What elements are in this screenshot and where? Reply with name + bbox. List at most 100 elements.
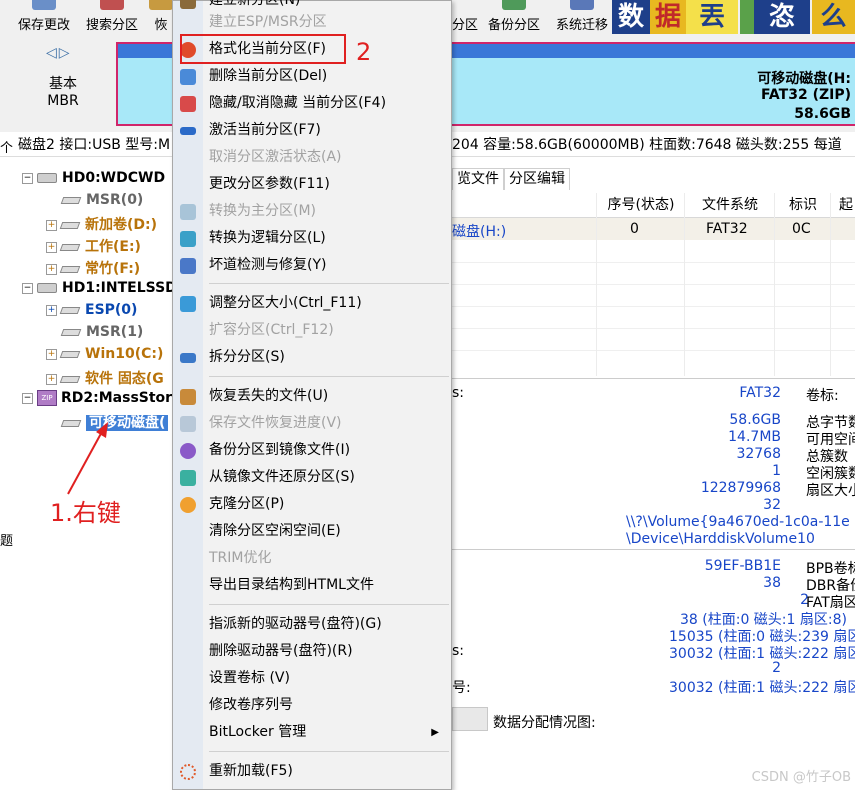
menu-item-hide[interactable]: 隐藏/取消隐藏 当前分区(F4) (173, 90, 451, 117)
backup-icon (502, 0, 526, 10)
menu-separator (209, 604, 449, 605)
grid-line (452, 306, 855, 307)
menu-item-label: 指派新的驱动器号(盘符)(G) (209, 616, 382, 632)
divider (452, 549, 855, 550)
menu-item-assign-letter[interactable]: 指派新的驱动器号(盘符)(G) (173, 611, 451, 638)
menu-item-remove-letter[interactable]: 删除驱动器号(盘符)(R) (173, 638, 451, 665)
toolbar-label: 分区 (452, 18, 479, 33)
menu-item-reload[interactable]: 重新加载(F5) (173, 758, 451, 785)
partition-icon (59, 375, 81, 383)
tree-partition[interactable]: + 工作(E:) (46, 236, 141, 256)
grid-line (452, 284, 855, 285)
menu-item-label: 克隆分区(P) (209, 496, 285, 512)
menu-item-wipe-free[interactable]: 清除分区空闲空间(E) (173, 518, 451, 545)
menu-item-volume-serial[interactable]: 修改卷序列号 (173, 692, 451, 719)
tree-partition[interactable]: MSR(1) (60, 324, 143, 340)
table-row[interactable]: 磁盘(H:) 0 FAT32 0C (452, 218, 855, 240)
menu-item-label: 拆分分区(S) (209, 349, 285, 365)
disk-style-label: 基本 (49, 76, 77, 92)
zip-disk-icon: ZIP (37, 390, 57, 406)
resize-icon (180, 296, 196, 312)
menu-item-bad-sector[interactable]: 坏道检测与修复(Y) (173, 252, 451, 279)
detail-label: 扇区大小 (806, 483, 855, 499)
search-partition-button[interactable]: 搜索分区 (84, 0, 140, 36)
menu-item-restore-files[interactable]: 恢复丢失的文件(U) (173, 383, 451, 410)
convert-logical-icon (180, 231, 196, 247)
toolbar-label: 保存更改 (17, 18, 70, 33)
partition-filesystem: FAT32 (ZIP) (760, 87, 851, 103)
menu-item-trim[interactable]: TRIM优化 (173, 545, 451, 572)
delete-icon (180, 69, 196, 85)
menu-item-deactivate[interactable]: 取消分区激活状态(A) (173, 144, 451, 171)
detail-value: 122879968 (700, 480, 781, 496)
tree-disk-hd0[interactable]: − HD0:WDCWD (22, 170, 165, 186)
split-icon (180, 353, 196, 363)
tree-partition[interactable]: + 新加卷(D:) (46, 214, 157, 234)
tree-partition[interactable]: + 软件 固态(G (46, 368, 164, 388)
tree-label: RD2:MassStor (61, 390, 173, 406)
menu-item-label: 保存文件恢复进度(V) (209, 415, 342, 431)
backup-partition-button[interactable]: 备份分区 (486, 0, 542, 36)
detail-label: s: (452, 385, 465, 401)
menu-item-backup-image[interactable]: 备份分区到镜像文件(I) (173, 437, 451, 464)
tree-partition[interactable]: + 常竹(F:) (46, 258, 140, 278)
menu-item-create-esp[interactable]: 建立ESP/MSR分区 (173, 9, 451, 36)
menu-item-delete[interactable]: 删除当前分区(Del) (173, 63, 451, 90)
tab-browse-files[interactable]: 览文件 (452, 168, 504, 190)
menu-item-restore-image[interactable]: 从镜像文件还原分区(S) (173, 464, 451, 491)
column-header[interactable]: 文件系统 (684, 193, 775, 217)
tree-partition[interactable]: + Win10(C:) (46, 346, 163, 362)
cluster-field[interactable] (452, 707, 488, 731)
annotation-highlight-box (180, 34, 346, 64)
grid-line (452, 350, 855, 351)
tree-label: MSR(0) (86, 192, 144, 208)
recover-button[interactable]: 恢 (149, 0, 173, 36)
tree-disk-hd1[interactable]: − HD1:INTELSSD (22, 280, 177, 296)
menu-item-split[interactable]: 拆分分区(S) (173, 344, 451, 371)
menu-item-label: 隐藏/取消隐藏 当前分区(F4) (209, 95, 387, 111)
menu-item-expand[interactable]: 扩容分区(Ctrl_F12) (173, 317, 451, 344)
system-migrate-button[interactable]: 系统迁移 (554, 0, 610, 36)
column-header[interactable]: 起 (830, 193, 855, 217)
disk-info-left: 磁盘2 接口:USB 型号:M (18, 137, 171, 153)
disk-partition-style: MBR (47, 93, 79, 109)
toolbar-label: 恢 (154, 18, 168, 33)
column-header[interactable]: 标识 (774, 193, 831, 217)
tree-partition[interactable]: MSR(0) (60, 192, 144, 208)
menu-item-export-html[interactable]: 导出目录结构到HTML文件 (173, 572, 451, 599)
grid-line (452, 328, 855, 329)
save-changes-button[interactable]: 保存更改 (14, 0, 74, 36)
tree-label: 工作(E:) (85, 239, 141, 255)
menu-item-label: 更改分区参数(F11) (209, 176, 330, 192)
toolbar-label: 系统迁移 (555, 18, 608, 33)
restore-files-icon (180, 389, 196, 405)
tab-partition-edit[interactable]: 分区编辑 (504, 168, 570, 190)
menu-item-bitlocker[interactable]: BitLocker 管理 ▶ (173, 719, 451, 746)
tree-disk-rd2[interactable]: − ZIP RD2:MassStor (22, 390, 172, 406)
menu-item-set-label[interactable]: 设置卷标 (V) (173, 665, 451, 692)
menu-item-label: 备份分区到镜像文件(I) (209, 442, 351, 458)
menu-item-to-logical[interactable]: 转换为逻辑分区(L) (173, 225, 451, 252)
menu-item-to-primary[interactable]: 转换为主分区(M) (173, 198, 451, 225)
menu-item-activate[interactable]: 激活当前分区(F7) (173, 117, 451, 144)
annotation-step1: 1.右键 (50, 499, 121, 527)
disk-nav-arrows-icon[interactable]: ◁▷ (46, 45, 72, 61)
partition-icon (59, 243, 81, 251)
menu-item-resize[interactable]: 调整分区大小(Ctrl_F11) (173, 290, 451, 317)
detail-value: 58.6GB (729, 412, 781, 428)
menu-item-label: 从镜像文件还原分区(S) (209, 469, 355, 485)
partition-icon (59, 306, 81, 314)
submenu-arrow-icon: ▶ (431, 727, 439, 738)
disk-info-right: 204 容量:58.6GB(60000MB) 柱面数:7648 磁头数:255 … (452, 137, 842, 153)
menu-item-save-progress[interactable]: 保存文件恢复进度(V) (173, 410, 451, 437)
tree-label: 新加卷(D:) (85, 217, 158, 233)
partition-button[interactable]: 分区 (452, 0, 479, 36)
tree-partition[interactable]: + ESP(0) (46, 302, 137, 318)
detail-value: FAT32 (739, 385, 781, 401)
column-header[interactable]: 序号(状态) (596, 193, 685, 217)
device-path: \Device\HarddiskVolume10 (626, 531, 815, 547)
detail-label: 号: (452, 680, 471, 696)
menu-item-clone[interactable]: 克隆分区(P) (173, 491, 451, 518)
annotation-arrow (67, 422, 108, 495)
menu-item-change-params[interactable]: 更改分区参数(F11) (173, 171, 451, 198)
